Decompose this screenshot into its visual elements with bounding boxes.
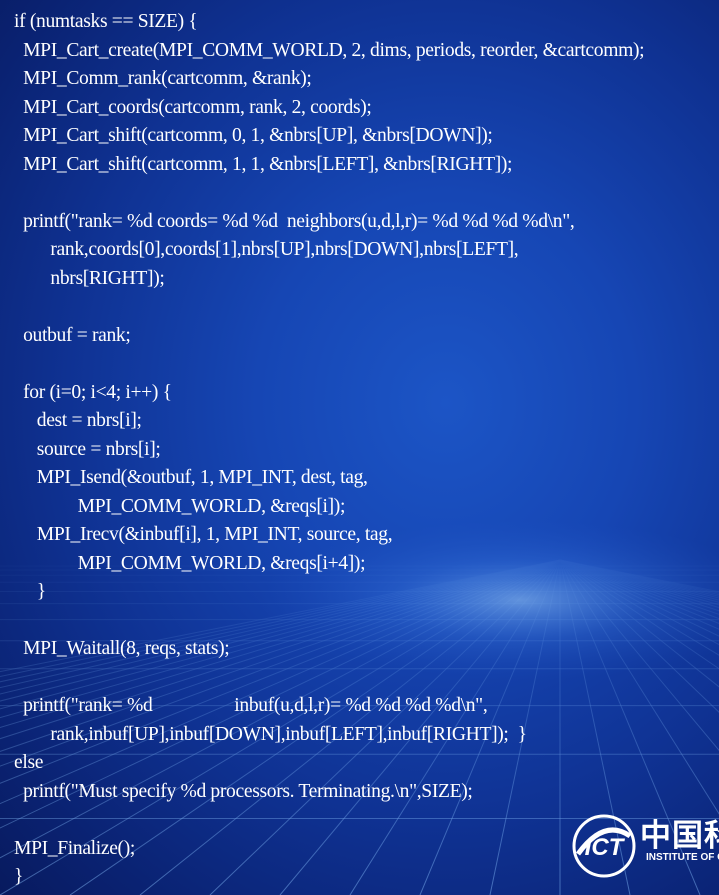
code-line: for (i=0; i<4; i++) { xyxy=(14,381,172,403)
institute-logo: ICT 中国科 INSTITUTE OF CO xyxy=(568,806,719,886)
code-line: if (numtasks == SIZE) { xyxy=(14,11,198,32)
code-line: MPI_Isend(&outbuf, 1, MPI_INT, dest, tag… xyxy=(14,467,368,488)
code-line: outbuf = rank; xyxy=(14,324,131,346)
code-line: MPI_COMM_WORLD, &reqs[i+4]); xyxy=(14,552,366,574)
code-line: MPI_Cart_coords(cartcomm, rank, 2, coord… xyxy=(14,96,372,118)
code-line: MPI_Irecv(&inbuf[i], 1, MPI_INT, source,… xyxy=(14,524,393,545)
code-line: MPI_Comm_rank(cartcomm, &rank); xyxy=(14,68,312,89)
logo-text: ICT xyxy=(585,834,626,861)
code-line: MPI_Cart_shift(cartcomm, 0, 1, &nbrs[UP]… xyxy=(14,125,493,146)
code-line: source = nbrs[i]; xyxy=(14,438,161,460)
logo-english-name: INSTITUTE OF CO xyxy=(646,852,719,863)
code-line: MPI_Waitall(8, reqs, stats); xyxy=(14,638,230,659)
code-line: MPI_Finalize(); xyxy=(14,837,135,859)
code-line: printf("rank= %d coords= %d %d neighbors… xyxy=(14,210,575,232)
code-line: nbrs[RIGHT]); xyxy=(14,267,165,289)
code-line: } xyxy=(14,581,46,602)
code-line: printf("rank= %d inbuf(u,d,l,r)= %d %d %… xyxy=(14,695,488,716)
code-line: dest = nbrs[i]; xyxy=(14,410,142,431)
code-line: rank,coords[0],coords[1],nbrs[UP],nbrs[D… xyxy=(14,239,519,260)
code-line: MPI_Cart_shift(cartcomm, 1, 1, &nbrs[LEF… xyxy=(14,153,513,175)
ict-logo-icon: ICT xyxy=(572,814,636,878)
code-line: else xyxy=(14,752,44,773)
code-line: printf("Must specify %d processors. Term… xyxy=(14,780,473,802)
code-line: } xyxy=(14,866,24,887)
code-line: MPI_Cart_create(MPI_COMM_WORLD, 2, dims,… xyxy=(14,39,645,61)
code-line: rank,inbuf[UP],inbuf[DOWN],inbuf[LEFT],i… xyxy=(14,723,527,745)
logo-chinese-name: 中国科 xyxy=(640,818,719,854)
code-line: MPI_COMM_WORLD, &reqs[i]); xyxy=(14,495,346,517)
